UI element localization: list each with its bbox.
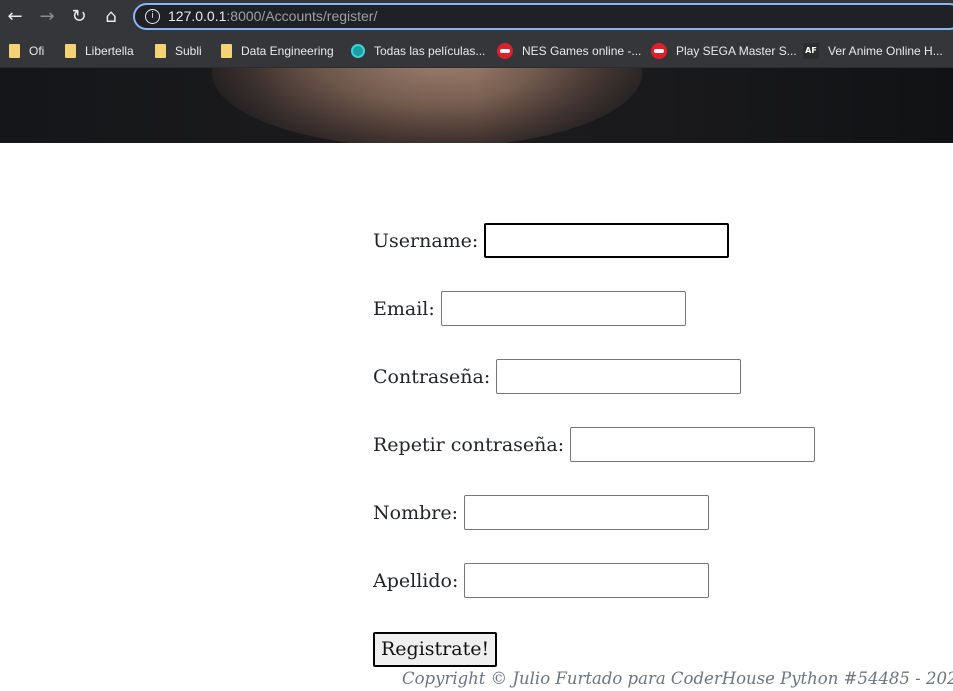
address-bar[interactable]: i 127.0.0.1:8000/Accounts/register/ bbox=[133, 3, 953, 30]
password-confirm-input[interactable] bbox=[570, 427, 816, 462]
bookmark-label: Todas las películas... bbox=[374, 44, 486, 58]
bookmark-label: Ofi bbox=[29, 44, 45, 58]
last-name-label: Apellido: bbox=[373, 569, 459, 592]
password-row: Contraseña: bbox=[373, 358, 742, 395]
back-arrow-icon[interactable]: ← bbox=[3, 5, 27, 29]
reload-icon[interactable]: ↻ bbox=[67, 5, 91, 29]
bookmark-subli[interactable]: Subli bbox=[155, 41, 202, 61]
bookmarks-bar: Ofi Libertella Subli Data Engineering To… bbox=[0, 34, 953, 68]
username-input[interactable] bbox=[484, 223, 730, 258]
bookmark-label: Play SEGA Master S... bbox=[676, 44, 797, 58]
footer-copyright: Copyright © Julio Furtado para CoderHous… bbox=[402, 669, 953, 688]
folder-icon bbox=[9, 44, 20, 58]
af-logo-icon: AF bbox=[803, 43, 819, 59]
bookmark-sega[interactable]: Play SEGA Master S... bbox=[651, 41, 797, 61]
password-confirm-row: Repetir contraseña: bbox=[373, 426, 816, 463]
folder-icon bbox=[155, 44, 166, 58]
last-name-input[interactable] bbox=[464, 563, 710, 598]
email-label: Email: bbox=[373, 297, 435, 320]
bookmark-libertella[interactable]: Libertella bbox=[65, 41, 134, 61]
bookmark-data-engineering[interactable]: Data Engineering bbox=[221, 41, 334, 61]
bookmark-label: NES Games online -... bbox=[522, 44, 642, 58]
folder-icon bbox=[221, 44, 232, 58]
bookmark-label: Subli bbox=[175, 44, 202, 58]
hero-image bbox=[0, 68, 953, 143]
bookmark-peliculas[interactable]: Todas las películas... bbox=[351, 41, 485, 61]
username-row: Username: bbox=[373, 222, 730, 259]
first-name-row: Nombre: bbox=[373, 494, 709, 531]
url-text[interactable]: 127.0.0.1:8000/Accounts/register/ bbox=[168, 8, 377, 24]
bookmark-anime[interactable]: AF Ver Anime Online H... bbox=[803, 41, 943, 61]
forward-arrow-icon[interactable]: → bbox=[35, 5, 59, 29]
username-label: Username: bbox=[373, 229, 479, 252]
folder-icon bbox=[65, 44, 76, 58]
bookmark-nes-games[interactable]: NES Games online -... bbox=[497, 41, 641, 61]
password-input[interactable] bbox=[496, 359, 742, 394]
first-name-label: Nombre: bbox=[373, 501, 458, 524]
url-host: 127.0.0.1 bbox=[168, 8, 227, 24]
bookmark-ofi[interactable]: Ofi bbox=[9, 41, 44, 61]
bookmark-label: Libertella bbox=[85, 44, 134, 58]
site-icon bbox=[351, 44, 365, 58]
password-label: Contraseña: bbox=[373, 365, 491, 388]
info-icon[interactable]: i bbox=[145, 9, 160, 24]
gamepad-icon bbox=[651, 43, 667, 59]
browser-toolbar: ← → ↻ ⌂ i 127.0.0.1:8000/Accounts/regist… bbox=[0, 0, 953, 34]
bookmark-label: Ver Anime Online H... bbox=[828, 44, 943, 58]
home-icon[interactable]: ⌂ bbox=[99, 5, 123, 29]
password-confirm-label: Repetir contraseña: bbox=[373, 433, 565, 456]
email-input[interactable] bbox=[440, 291, 686, 326]
last-name-row: Apellido: bbox=[373, 562, 710, 599]
register-submit-button[interactable]: Registrate! bbox=[373, 632, 498, 667]
hero-vignette bbox=[0, 68, 953, 143]
email-row: Email: bbox=[373, 290, 686, 327]
url-path: :8000/Accounts/register/ bbox=[226, 8, 378, 24]
first-name-input[interactable] bbox=[463, 495, 709, 530]
bookmark-label: Data Engineering bbox=[241, 44, 334, 58]
gamepad-icon bbox=[497, 43, 513, 59]
